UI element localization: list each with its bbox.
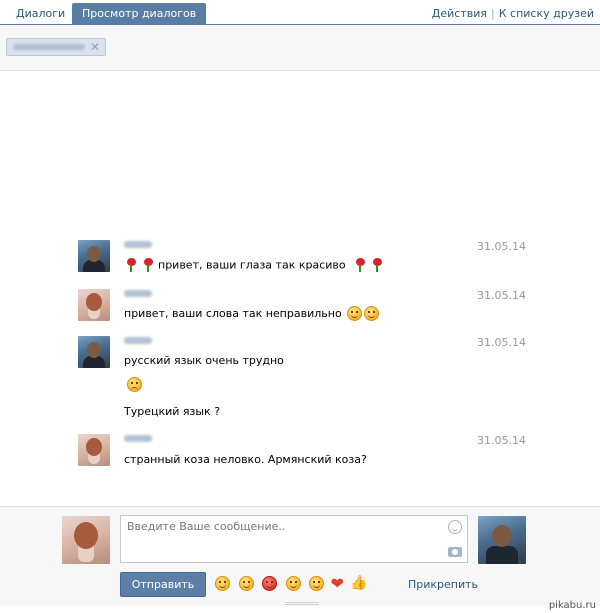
message-text: странный коза неловко. Армянский коза? xyxy=(124,453,367,466)
message-composer: Введите Ваше сообщение.. Отправить ❤ 👍 П… xyxy=(0,506,600,606)
actions-link[interactable]: Действия xyxy=(432,7,487,20)
link-separator: | xyxy=(491,7,495,20)
recipient-name-blurred xyxy=(13,44,85,50)
camera-icon[interactable] xyxy=(448,547,462,557)
message-date: 31.05.14 xyxy=(477,289,526,302)
grin-emoji-icon[interactable] xyxy=(285,576,301,591)
message-date: 31.05.14 xyxy=(477,240,526,253)
sender-name-blurred[interactable] xyxy=(124,241,152,248)
recipient-bar: ✕ xyxy=(0,25,600,71)
heart-icon[interactable]: ❤ xyxy=(331,576,344,592)
peer-avatar[interactable] xyxy=(478,516,526,564)
smile-emoji-icon xyxy=(364,306,380,321)
close-icon[interactable]: ✕ xyxy=(90,39,100,55)
message-date: 31.05.14 xyxy=(477,434,526,447)
message-input-placeholder: Введите Ваше сообщение.. xyxy=(127,520,286,533)
message-item: 31.05.14 привет, ваши глаза так красиво xyxy=(78,240,530,276)
watermark: pikabu.ru xyxy=(548,600,596,611)
message-text: Турецкий язык ? xyxy=(124,405,221,418)
sender-name-blurred[interactable] xyxy=(124,435,152,442)
resize-grip[interactable] xyxy=(285,602,319,605)
tab-bar: Диалоги Просмотр диалогов Действия | К спи… xyxy=(0,0,600,25)
sender-name-blurred[interactable] xyxy=(124,290,152,297)
send-button[interactable]: Отправить xyxy=(120,572,206,597)
kiss-emoji-icon[interactable] xyxy=(309,576,324,591)
thumbs-up-icon[interactable]: 👍 xyxy=(350,576,367,591)
message-item: 31.05.14 странный коза неловко. Армянски… xyxy=(78,434,530,470)
quick-emoji-bar: ❤ 👍 xyxy=(213,576,371,592)
message-text: привет, ваши глаза так красиво xyxy=(124,257,387,273)
message-input[interactable]: Введите Ваше сообщение.. xyxy=(120,515,468,563)
recipient-chip[interactable]: ✕ xyxy=(6,38,106,56)
avatar[interactable] xyxy=(78,240,110,272)
tab-dialogs[interactable]: Диалоги xyxy=(6,3,75,25)
smile-emoji-icon[interactable] xyxy=(238,576,254,591)
message-text: привет, ваши слова так неправильно xyxy=(124,306,380,321)
top-links: Действия | К списку друзей xyxy=(432,3,594,25)
weary-emoji-icon xyxy=(127,377,142,392)
message-emoji xyxy=(125,377,142,392)
tab-view-dialogs[interactable]: Просмотр диалогов xyxy=(72,3,207,25)
friends-list-link[interactable]: К списку друзей xyxy=(499,7,594,20)
rose-icon xyxy=(353,257,367,273)
rose-icon xyxy=(124,257,138,273)
message-date: 31.05.14 xyxy=(477,336,526,349)
wink-emoji-icon[interactable] xyxy=(215,576,230,591)
my-avatar[interactable] xyxy=(62,516,110,564)
message-item: 31.05.14 привет, ваши слова так неправил… xyxy=(78,289,530,325)
avatar[interactable] xyxy=(78,434,110,466)
message-text: русский язык очень трудно xyxy=(124,354,284,367)
smile-emoji-icon xyxy=(347,306,363,321)
emoji-picker-icon[interactable] xyxy=(448,520,462,534)
avatar[interactable] xyxy=(78,289,110,321)
attach-link[interactable]: Прикрепить xyxy=(408,578,478,591)
sender-name-blurred[interactable] xyxy=(124,337,152,344)
rose-icon xyxy=(141,257,155,273)
angry-emoji-icon[interactable] xyxy=(262,576,277,591)
message-item: 31.05.14 русский язык очень трудно Турец… xyxy=(78,336,530,422)
avatar[interactable] xyxy=(78,336,110,368)
rose-icon xyxy=(370,257,384,273)
